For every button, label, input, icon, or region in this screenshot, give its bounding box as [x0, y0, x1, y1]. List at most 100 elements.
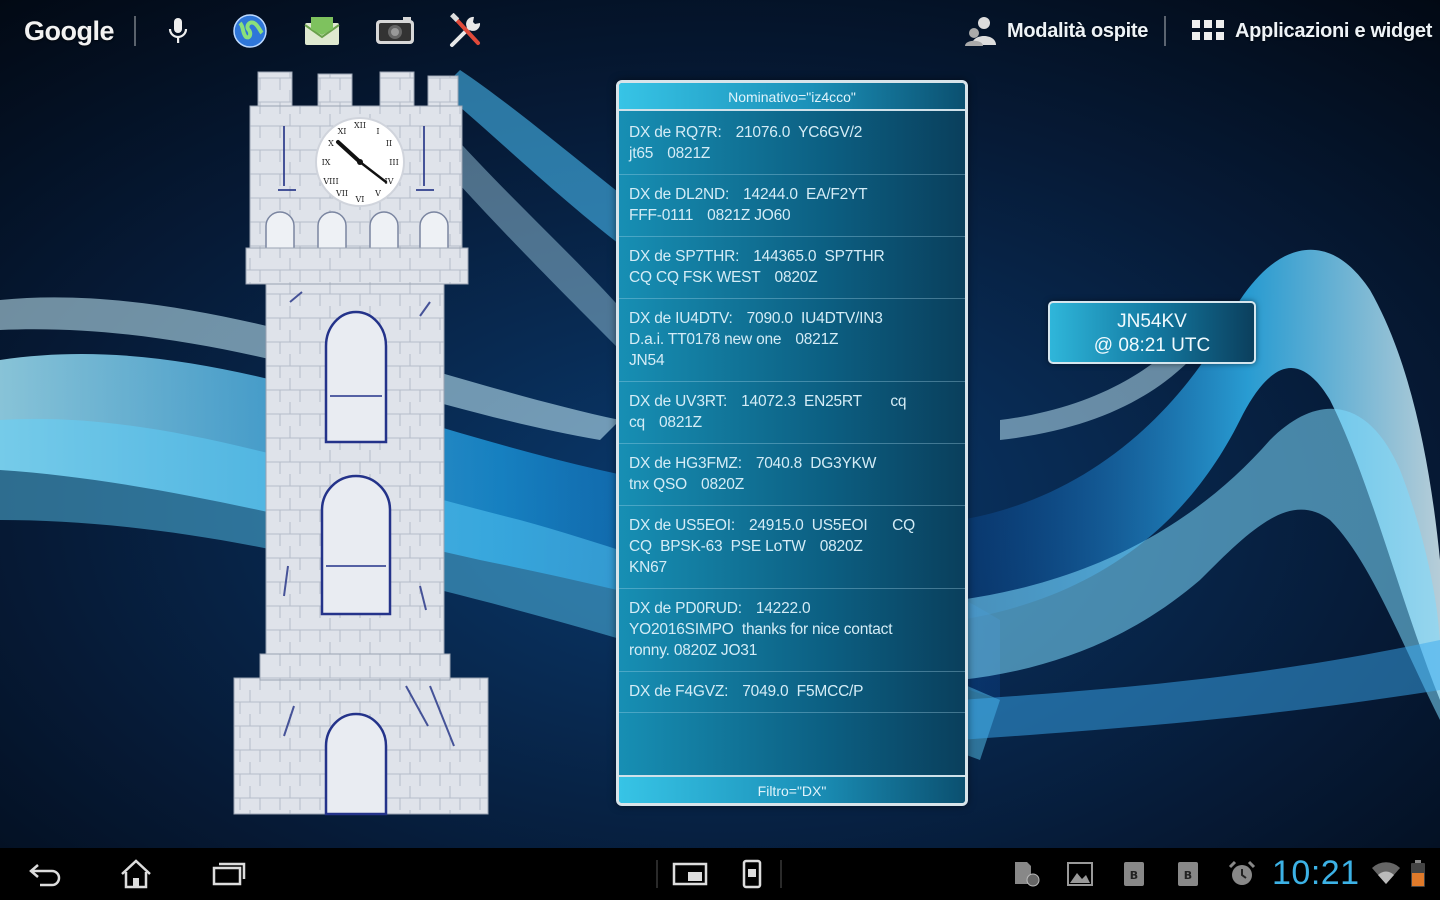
- svg-text:VI: VI: [355, 195, 365, 204]
- guest-mode-button[interactable]: Modalità ospite: [964, 10, 1148, 52]
- dx-spot-text: DX de PD0RUD:: [629, 600, 742, 617]
- dx-spot-value: 0821Z JO60: [707, 207, 791, 224]
- dx-spot-value: 21076.0 YC6GV/2: [735, 124, 863, 141]
- clock-face: XIIIIIVIIX IIIIVV VIIVIIIXXI: [315, 117, 405, 207]
- dx-spot-value: 0821Z: [658, 414, 702, 431]
- dx-spot-item[interactable]: DX de IU4DTV: 7090.0 IU4DTV/IN3 D.a.i. TT0…: [619, 299, 965, 382]
- divider: [1164, 16, 1166, 46]
- dx-spot-value: 14244.0 EA/F2YT: [743, 186, 868, 203]
- dx-spot-value: 7049.0 F5MCC/P: [742, 683, 864, 700]
- navigation-bar: B B 10:21: [0, 848, 1440, 900]
- battery-icon[interactable]: [1396, 856, 1440, 892]
- dx-spot-text: DX de SP7THR:: [629, 248, 740, 265]
- dx-filter[interactable]: Filtro="DX": [619, 775, 965, 803]
- dx-spot-item[interactable]: DX de US5EOI: 24915.0 US5EOI CQ CQ BPSK-63…: [619, 506, 965, 589]
- apps-grid-icon: [1192, 20, 1224, 40]
- mail-icon[interactable]: [302, 10, 342, 52]
- dx-spot-text: cq: [629, 414, 645, 431]
- dx-spot-item[interactable]: DX de SP7THR: 144365.0 SP7THR CQ CQ FSK WE…: [619, 237, 965, 299]
- dx-cluster-widget[interactable]: Nominativo="iz4cco" DX de RQ7R: 21076.0 Y…: [616, 80, 968, 806]
- dx-spot-item[interactable]: DX de RQ7R: 21076.0 YC6GV/2 jt65 0821Z: [619, 113, 965, 175]
- divider: [656, 860, 658, 888]
- dx-spot-line: CQ BPSK-63 PSE LoTW 0820Z: [629, 536, 955, 557]
- dx-spot-line: cq 0821Z: [629, 412, 955, 433]
- dx-header[interactable]: Nominativo="iz4cco": [619, 83, 965, 111]
- tools-icon[interactable]: [446, 10, 486, 52]
- person-icon: [965, 17, 996, 46]
- dx-spot-text: YO2016SIMPO thanks for nice contact: [629, 621, 893, 638]
- dx-spot-item[interactable]: DX de UV3RT: 14072.3 EN25RT cq cq 0821Z: [619, 382, 965, 444]
- svg-text:X: X: [328, 139, 334, 148]
- dx-spot-text: FFF-0111: [629, 207, 694, 224]
- dx-spot-item[interactable]: DX de PD0RUD: 14222.0 YO2016SIMPO thanks f…: [619, 589, 965, 672]
- svg-text:I: I: [376, 127, 379, 136]
- dx-spot-value: 0820Z: [701, 476, 744, 493]
- dx-spot-text: ronny. 0820Z JO31: [629, 642, 758, 659]
- status-clock[interactable]: 10:21: [1272, 854, 1360, 893]
- dx-spot-value: 0820Z: [774, 269, 818, 286]
- dx-spot-value: 0821Z: [795, 331, 839, 348]
- dx-spot-line: DX de F4GVZ: 7049.0 F5MCC/P: [629, 681, 955, 702]
- svg-text:IX: IX: [322, 158, 331, 167]
- alarm-icon[interactable]: [1220, 856, 1264, 892]
- dx-spot-line: KN67: [629, 557, 955, 578]
- dx-spot-line: ronny. 0820Z JO31: [629, 640, 955, 661]
- dx-spot-text: KN67: [629, 559, 667, 576]
- dx-spot-item[interactable]: DX de DL2ND: 14244.0 EA/F2YT FFF-0111 0821Z…: [619, 175, 965, 237]
- recent-apps-icon[interactable]: [206, 856, 250, 892]
- dx-spot-text: DX de F4GVZ:: [629, 683, 729, 700]
- dx-spot-value: 0820Z: [819, 538, 863, 555]
- apps-widgets-button[interactable]: Applicazioni e widget: [1192, 10, 1432, 52]
- svg-text:B: B: [1184, 869, 1192, 882]
- dx-spot-text: DX de UV3RT:: [629, 393, 728, 410]
- top-bar: Google Modalità ospite Applicazioni e wi…: [0, 0, 1440, 62]
- dx-spot-list[interactable]: DX de RQ7R: 21076.0 YC6GV/2 jt65 0821Z DX de…: [619, 113, 965, 771]
- dx-spot-line: FFF-0111 0821Z JO60: [629, 205, 955, 226]
- globe-icon[interactable]: [230, 10, 270, 52]
- dx-spot-line: DX de RQ7R: 21076.0 YC6GV/2: [629, 122, 955, 143]
- locator-widget[interactable]: JN54KV @ 08:21 UTC: [1048, 301, 1256, 364]
- dx-spot-text: JN54: [629, 352, 665, 369]
- dx-spot-value: 0821Z: [667, 145, 711, 162]
- dx-spot-line: DX de SP7THR: 144365.0 SP7THR: [629, 246, 955, 267]
- tower-clock-widget[interactable]: XIIIIIVIIX IIIIVV VIIVIIIXXI: [230, 66, 492, 818]
- dx-spot-line: CQ CQ FSK WEST 0820Z: [629, 267, 955, 288]
- svg-text:XI: XI: [338, 127, 347, 136]
- camera-icon[interactable]: [374, 10, 416, 52]
- divider: [780, 860, 782, 888]
- small-apps-icon[interactable]: [668, 856, 712, 892]
- dx-spot-text: DX de RQ7R:: [629, 124, 722, 141]
- dx-spot-item[interactable]: DX de F4GVZ: 7049.0 F5MCC/P: [619, 672, 965, 713]
- guest-mode-label: Modalità ospite: [1007, 19, 1149, 42]
- dx-spot-text: DX de US5EOI:: [629, 517, 735, 534]
- dx-spot-line: DX de US5EOI: 24915.0 US5EOI CQ: [629, 515, 955, 536]
- dx-spot-text: D.a.i. TT0178 new one: [629, 331, 782, 348]
- svg-text:VIII: VIII: [322, 177, 338, 186]
- dx-spot-item[interactable]: DX de HG3FMZ: 7040.8 DG3YKW tnx QSO 0820Z: [619, 444, 965, 506]
- dx-spot-value: 14072.3 EN25RT cq: [741, 393, 907, 410]
- svg-text:III: III: [389, 158, 398, 167]
- svg-text:II: II: [386, 139, 392, 148]
- dx-spot-text: CQ BPSK-63 PSE LoTW: [629, 538, 806, 555]
- dx-spot-text: CQ CQ FSK WEST: [629, 269, 761, 286]
- dx-spot-text: DX de HG3FMZ:: [629, 455, 742, 472]
- gallery-icon[interactable]: [1058, 856, 1102, 892]
- dx-spot-line: jt65 0821Z: [629, 143, 955, 164]
- google-search-button[interactable]: Google: [24, 10, 115, 52]
- microphone-icon[interactable]: [162, 10, 194, 52]
- notification-icon[interactable]: B: [1112, 856, 1156, 892]
- dx-spot-text: tnx QSO: [629, 476, 688, 493]
- dx-spot-line: D.a.i. TT0178 new one 0821Z: [629, 329, 955, 350]
- screenshot-icon[interactable]: [730, 856, 774, 892]
- locator-time: @ 08:21 UTC: [1093, 335, 1211, 356]
- home-icon[interactable]: [114, 856, 158, 892]
- sd-card-icon[interactable]: [1004, 856, 1048, 892]
- back-icon[interactable]: [24, 856, 68, 892]
- dx-spot-line: DX de UV3RT: 14072.3 EN25RT cq: [629, 391, 955, 412]
- dx-spot-value: 7090.0 IU4DTV/IN3: [746, 310, 883, 327]
- notification-icon[interactable]: B: [1166, 856, 1210, 892]
- dx-spot-value: 24915.0 US5EOI CQ: [748, 517, 915, 534]
- dx-spot-text: DX de IU4DTV:: [629, 310, 733, 327]
- svg-text:V: V: [374, 189, 381, 198]
- dx-spot-text: DX de DL2ND:: [629, 186, 730, 203]
